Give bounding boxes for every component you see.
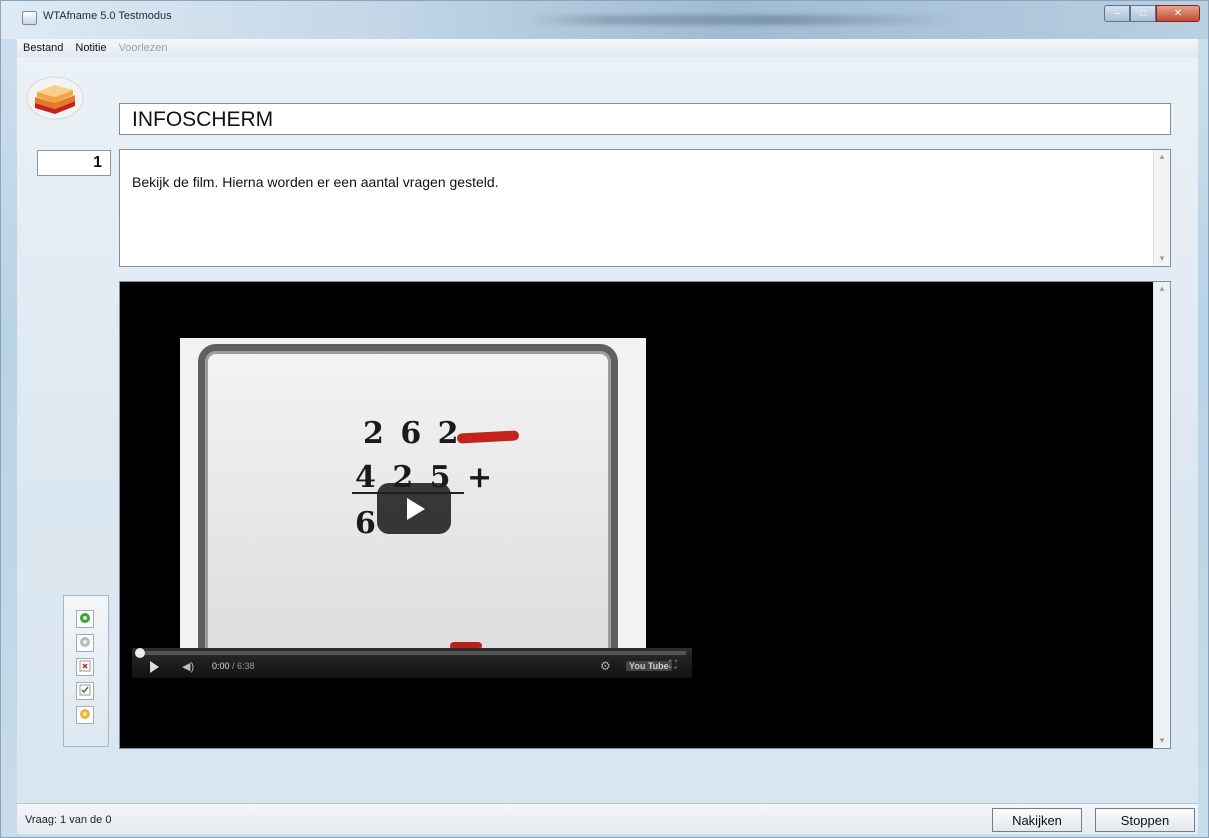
check-button[interactable] bbox=[76, 682, 94, 700]
time-display: 0:00 / 6:38 bbox=[212, 661, 255, 671]
close-doc-button[interactable] bbox=[76, 658, 94, 676]
fullscreen-icon[interactable]: ⛶ bbox=[669, 659, 677, 672]
side-toolbar bbox=[63, 595, 109, 747]
video-player[interactable]: 2 6 2 4 2 5 + 6 bbox=[180, 338, 646, 648]
video-controls: ◀) 0:00 / 6:38 ⚙ You Tube ⛶ bbox=[132, 648, 692, 678]
stoppen-button[interactable]: Stoppen bbox=[1095, 808, 1195, 832]
close-icon bbox=[79, 660, 91, 675]
close-button[interactable]: ✕ bbox=[1156, 5, 1200, 22]
youtube-logo[interactable]: You Tube bbox=[626, 661, 672, 671]
menu-voorlezen[interactable]: Voorlezen bbox=[117, 42, 170, 54]
app-window: WTAfname 5.0 Testmodus – □ ✕ Bestand Not… bbox=[0, 0, 1209, 838]
settings-gear-icon[interactable]: ⚙ bbox=[600, 659, 611, 673]
status-text: Vraag: 1 van de 0 bbox=[25, 814, 112, 826]
media-scrollbar[interactable]: ▲ ▼ bbox=[1153, 282, 1170, 748]
scroll-down-icon[interactable]: ▼ bbox=[1154, 252, 1170, 266]
next-icon bbox=[79, 612, 91, 627]
client-area: INFOSCHERM 1 Bekijk de film. Hierna word… bbox=[17, 57, 1198, 833]
next-button[interactable] bbox=[76, 610, 94, 628]
menu-bar: Bestand Notitie Voorlezen bbox=[17, 39, 1198, 57]
play-icon bbox=[407, 497, 425, 520]
status-bar: Vraag: 1 van de 0 Nakijken Stoppen bbox=[17, 803, 1198, 834]
question-number: 1 bbox=[37, 150, 111, 176]
menu-bestand[interactable]: Bestand bbox=[21, 42, 65, 54]
check-icon bbox=[79, 684, 91, 699]
nakijken-button[interactable]: Nakijken bbox=[992, 808, 1082, 832]
progress-track[interactable] bbox=[138, 651, 686, 655]
whiteboard-row: 6 bbox=[355, 506, 379, 541]
current-time: 0:00 bbox=[212, 661, 230, 671]
control-play-icon[interactable] bbox=[150, 661, 159, 673]
books-logo-icon bbox=[25, 75, 85, 121]
scroll-up-icon[interactable]: ▲ bbox=[1154, 150, 1170, 164]
media-panel: 2 6 2 4 2 5 + 6 ◀) 0:00 / 6:38 ⚙ You Tub… bbox=[119, 281, 1171, 749]
window-controls: – □ ✕ bbox=[1104, 5, 1200, 22]
page-title: INFOSCHERM bbox=[119, 103, 1171, 135]
hint-icon bbox=[79, 708, 91, 723]
minimize-button[interactable]: – bbox=[1104, 5, 1130, 22]
menu-notitie[interactable]: Notitie bbox=[73, 42, 108, 54]
whiteboard-row: 2 6 2 bbox=[363, 416, 462, 451]
instruction-panel: Bekijk de film. Hierna worden er een aan… bbox=[119, 149, 1171, 267]
total-time: / 6:38 bbox=[232, 661, 255, 671]
volume-icon[interactable]: ◀) bbox=[182, 660, 194, 673]
app-icon bbox=[22, 11, 37, 25]
play-button[interactable] bbox=[377, 483, 451, 534]
blurred-background-title bbox=[526, 15, 956, 25]
previous-icon bbox=[79, 636, 91, 651]
scroll-up-icon[interactable]: ▲ bbox=[1154, 282, 1170, 296]
hint-button[interactable] bbox=[76, 706, 94, 724]
maximize-button[interactable]: □ bbox=[1130, 5, 1156, 22]
instruction-scrollbar[interactable]: ▲ ▼ bbox=[1153, 150, 1170, 266]
title-bar[interactable]: WTAfname 5.0 Testmodus – □ ✕ bbox=[1, 1, 1208, 39]
previous-button[interactable] bbox=[76, 634, 94, 652]
window-title: WTAfname 5.0 Testmodus bbox=[43, 10, 172, 22]
instruction-text: Bekijk de film. Hierna worden er een aan… bbox=[132, 174, 499, 190]
scroll-down-icon[interactable]: ▼ bbox=[1154, 734, 1170, 748]
progress-handle[interactable] bbox=[135, 648, 145, 658]
